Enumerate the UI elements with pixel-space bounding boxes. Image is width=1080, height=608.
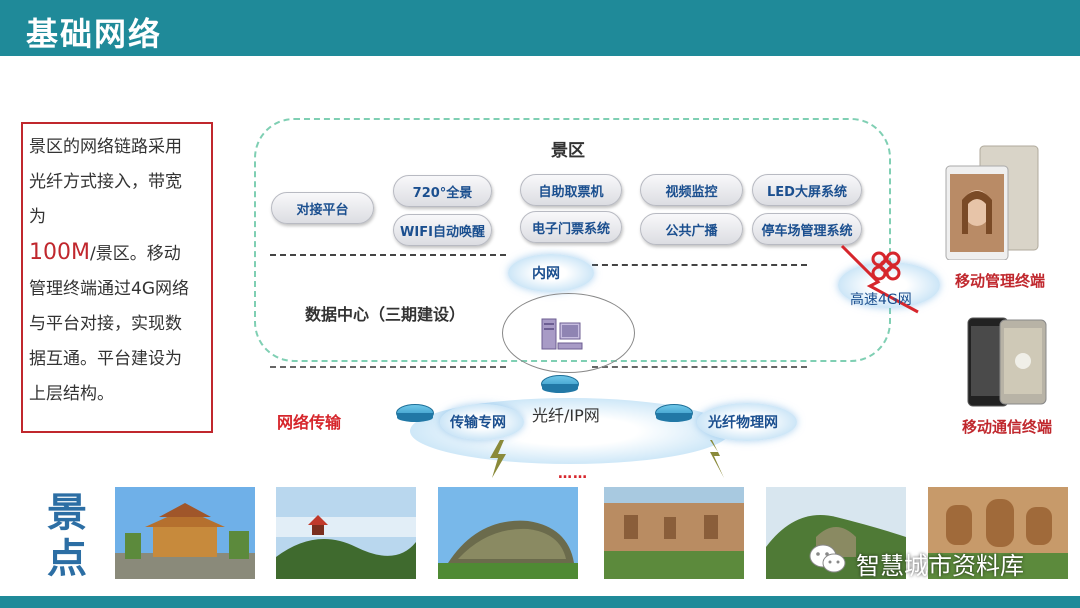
tablet-device-icon — [945, 145, 1039, 260]
server-computer-icon — [541, 318, 583, 350]
description-text: 景区的网络链路采用 光纤方式接入，带宽 为 100M/景区。移动 管理终端通过4… — [29, 130, 205, 412]
system-pill: 电子门票系统 — [520, 211, 622, 243]
header-bar: 基础网络 — [0, 0, 1080, 56]
description-box: 景区的网络链路采用 光纤方式接入，带宽 为 100M/景区。移动 管理终端通过4… — [21, 122, 213, 433]
wechat-icon — [809, 544, 846, 573]
scenic-photo-mountain-pavilion — [276, 487, 416, 579]
management-terminal-label: 移动管理终端 — [955, 272, 1046, 290]
system-pill: 自助取票机 — [520, 174, 622, 206]
smartphone-device-icon — [967, 317, 1047, 407]
system-pill: 停车场管理系统 — [752, 213, 862, 245]
fiber-ip-label: 光纤/IP网 — [532, 406, 600, 425]
communication-terminal-label: 移动通信终端 — [962, 418, 1053, 436]
bottom-bar — [0, 596, 1080, 608]
system-pill: WIFI自动唤醒 — [393, 214, 492, 246]
network-transport-label: 网络传输 — [277, 413, 342, 432]
scenic-photo-temple — [115, 487, 255, 579]
more-dots: …… — [558, 466, 588, 482]
router-icon — [541, 375, 579, 393]
china-unicom-logo-icon — [871, 251, 901, 281]
desc-line-1: 景区的网络链路采用 — [29, 137, 182, 157]
desc-line-8: 上层结构。 — [29, 384, 114, 404]
divider-line — [592, 366, 807, 368]
dedicated-network-label: 传输专网 — [450, 415, 506, 431]
scenic-spots-label: 景 点 — [44, 490, 90, 582]
desc-line-7: 据互通。平台建设为 — [29, 349, 182, 369]
router-icon — [655, 404, 693, 422]
system-pill: 公共广播 — [640, 213, 743, 245]
scenic-photo-rock — [438, 487, 578, 579]
desc-line-4-rest: /景区。移动 — [89, 244, 181, 264]
mobile-4g-label: 高速4G网 — [850, 292, 912, 308]
desc-line-4: 100M/景区。移动 — [29, 235, 205, 272]
divider-line — [592, 264, 807, 266]
bandwidth-highlight: 100M — [29, 240, 90, 265]
system-pill: 视频监控 — [640, 174, 743, 206]
page-title: 基础网络 — [26, 15, 163, 53]
router-icon — [396, 404, 434, 422]
data-center-title: 数据中心（三期建设） — [305, 305, 466, 324]
intranet-label: 内网 — [532, 266, 560, 282]
system-pill: LED大屏系统 — [752, 174, 862, 206]
system-pill: 720°全景 — [393, 175, 492, 207]
desc-line-2: 光纤方式接入，带宽 — [29, 172, 182, 192]
scenic-photo-cliff-carving — [604, 487, 744, 579]
watermark-text: 智慧城市资料库 — [856, 552, 1024, 580]
desc-line-6: 与平台对接，实现数 — [29, 314, 182, 334]
scenic-spots-char-2: 点 — [47, 536, 87, 582]
desc-line-3: 为 — [29, 207, 46, 227]
divider-line — [270, 366, 506, 368]
scenic-spots-char-1: 景 — [47, 490, 87, 536]
divider-line — [270, 254, 506, 256]
lightning-bolt-icon — [490, 440, 506, 478]
desc-line-5: 管理终端通过4G网络 — [29, 279, 189, 299]
physical-network-label: 光纤物理网 — [708, 415, 778, 431]
system-pill: 对接平台 — [271, 192, 374, 224]
lightning-bolt-icon — [710, 440, 724, 478]
scenic-area-title: 景区 — [551, 141, 585, 161]
